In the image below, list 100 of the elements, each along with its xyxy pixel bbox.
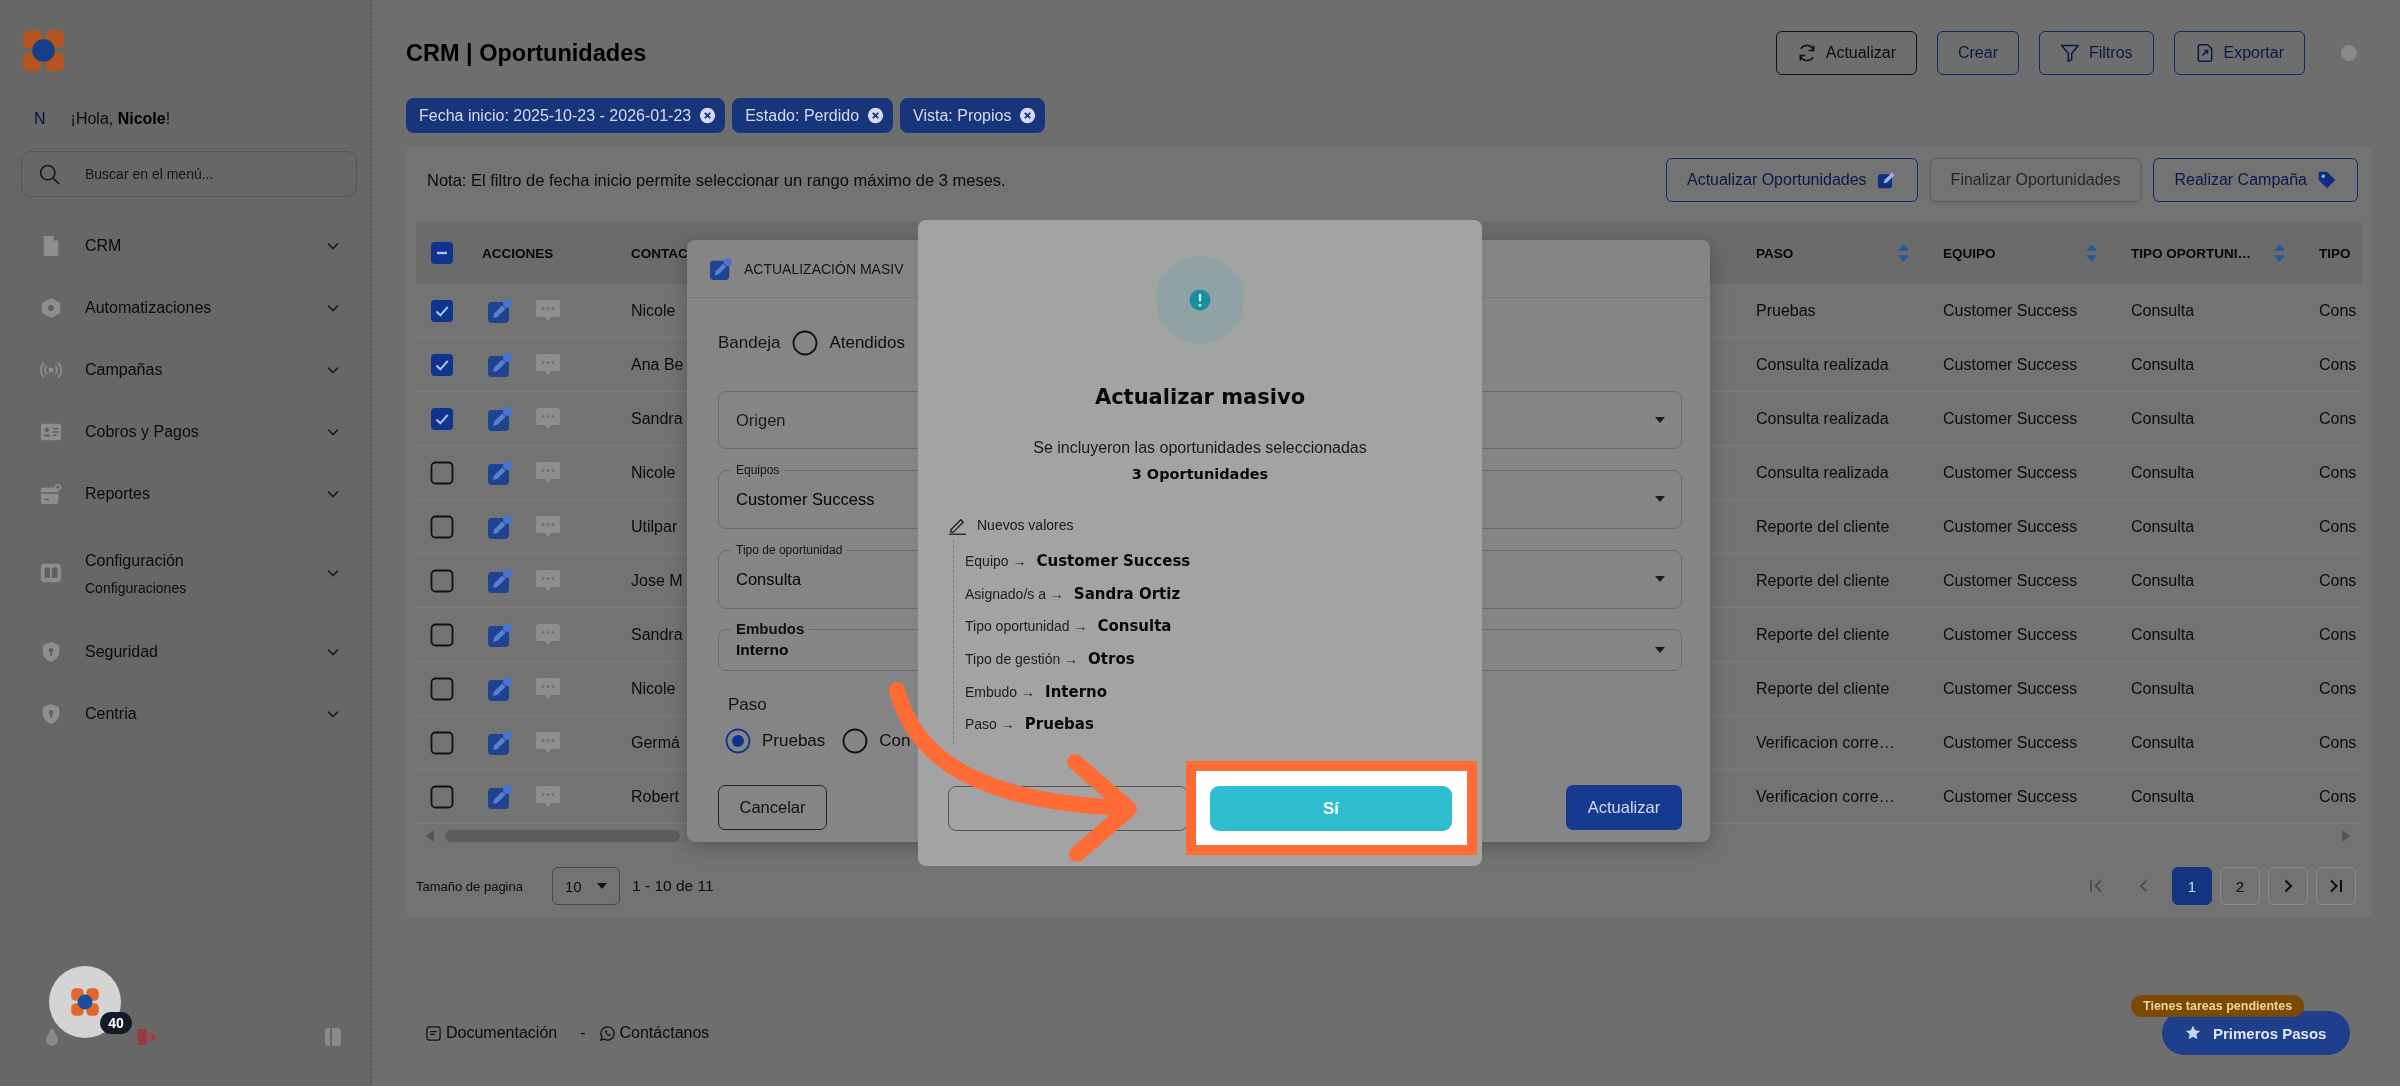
- menu-item[interactable]: Seguridad: [21, 621, 339, 683]
- filter-chip[interactable]: Estado: Perdido: [732, 98, 894, 133]
- change-value: Otros: [1088, 650, 1135, 669]
- menu-item[interactable]: CRM: [21, 215, 339, 277]
- hexagon-icon: [40, 297, 62, 319]
- last-page-button[interactable]: [2316, 867, 2356, 905]
- checkbox[interactable]: [430, 298, 454, 323]
- action-button[interactable]: Actualizar Oportunidades: [1665, 158, 1918, 202]
- scroll-left-icon[interactable]: [425, 829, 435, 843]
- edit-icon: [1876, 170, 1897, 190]
- menu-item[interactable]: Campañas: [21, 339, 339, 401]
- edit-icon[interactable]: [488, 730, 512, 755]
- edit-icon[interactable]: [488, 352, 512, 377]
- comment-icon[interactable]: [535, 784, 561, 809]
- table-cell: Customer Success: [1943, 355, 2078, 373]
- page-button[interactable]: 1: [2172, 867, 2212, 905]
- table-cell: Consulta: [2131, 463, 2195, 481]
- toolbar-button[interactable]: Exportar: [2173, 31, 2305, 75]
- radio-button[interactable]: [792, 330, 819, 356]
- panel-icon[interactable]: [324, 1027, 342, 1047]
- table-cell: Verificacion corre…: [1756, 787, 1895, 805]
- edit-icon[interactable]: [488, 622, 512, 647]
- toolbar-button[interactable]: Crear: [1936, 31, 2019, 75]
- update-button[interactable]: Actualizar: [1566, 785, 1682, 830]
- table-cell: Sandra: [631, 625, 683, 643]
- checkbox[interactable]: [430, 460, 454, 485]
- edit-icon[interactable]: [488, 568, 512, 593]
- checkbox[interactable]: [430, 514, 454, 539]
- checkbox[interactable]: [430, 730, 454, 755]
- column-header: PASO: [1756, 245, 1794, 261]
- close-icon[interactable]: [1019, 107, 1037, 124]
- close-icon[interactable]: [699, 107, 717, 124]
- edit-icon[interactable]: [488, 514, 512, 539]
- footer-link[interactable]: Contáctanos: [599, 1024, 710, 1042]
- comment-icon[interactable]: [535, 460, 561, 485]
- scroll-right-icon[interactable]: [2341, 829, 2351, 843]
- checkbox[interactable]: [430, 622, 454, 647]
- scrollbar-thumb[interactable]: [445, 830, 680, 842]
- comment-icon[interactable]: [535, 298, 561, 323]
- comment-icon[interactable]: [535, 514, 561, 539]
- radio-button[interactable]: [842, 728, 869, 754]
- page-size-select[interactable]: 10: [552, 867, 620, 905]
- checkbox[interactable]: [430, 352, 454, 377]
- user-initial: N: [34, 110, 46, 128]
- table-cell: Customer Success: [1943, 571, 2078, 589]
- comment-icon[interactable]: [535, 352, 561, 377]
- edit-icon[interactable]: [488, 298, 512, 323]
- shield-icon: [40, 703, 62, 725]
- table-cell: Cons: [2319, 301, 2357, 319]
- filter-icon: [2059, 43, 2080, 63]
- menu-item[interactable]: Automatizaciones: [21, 277, 339, 339]
- checkbox[interactable]: [430, 676, 454, 701]
- change-value: Pruebas: [1024, 715, 1094, 734]
- filter-chip[interactable]: Fecha inicio: 2025-10-23 - 2026-01-23: [406, 98, 726, 133]
- comment-icon[interactable]: [535, 676, 561, 701]
- comment-icon[interactable]: [535, 730, 561, 755]
- comment-icon[interactable]: [535, 622, 561, 647]
- broadcast-icon: [40, 359, 62, 381]
- next-page-button[interactable]: [2268, 867, 2308, 905]
- toolbar-button[interactable]: Actualizar: [1775, 31, 1917, 75]
- menu-item[interactable]: Centria: [21, 683, 339, 745]
- checkbox[interactable]: [430, 568, 454, 593]
- caret-down-icon: [1655, 417, 1665, 423]
- table-cell: Consulta: [2131, 517, 2195, 535]
- logout-icon[interactable]: [136, 1027, 156, 1047]
- edit-icon[interactable]: [488, 676, 512, 701]
- edit-icon[interactable]: [488, 406, 512, 431]
- checkbox[interactable]: [430, 784, 454, 809]
- confirm-button[interactable]: Sí: [1210, 786, 1452, 831]
- edit-icon[interactable]: [488, 784, 512, 809]
- comment-icon[interactable]: [535, 406, 561, 431]
- search-field[interactable]: Buscar en el menú...: [21, 151, 357, 197]
- footer-link[interactable]: Documentación: [426, 1024, 558, 1042]
- action-button[interactable]: Realizar Campaña: [2153, 158, 2358, 202]
- drop-icon[interactable]: [44, 1027, 60, 1047]
- menu-item[interactable]: Configuración Configuraciones: [21, 525, 339, 621]
- menu-item[interactable]: Reportes: [21, 463, 339, 525]
- page-size-label: Tamaño de pagina: [416, 878, 523, 894]
- checkbox[interactable]: [430, 241, 454, 265]
- cancel-button[interactable]: Cancelar: [718, 785, 827, 830]
- sort-icon[interactable]: [1897, 242, 1910, 264]
- table-cell: Reporte del cliente: [1756, 625, 1890, 643]
- toolbar-button[interactable]: Filtros: [2038, 31, 2154, 75]
- caret-down-icon: [597, 883, 607, 889]
- menu-item[interactable]: Cobros y Pagos: [21, 401, 339, 463]
- shield-icon: [40, 641, 62, 663]
- close-icon[interactable]: [867, 107, 885, 124]
- table-cell: Jose M: [631, 571, 683, 589]
- filter-chip[interactable]: Vista: Propios: [900, 98, 1046, 133]
- comment-icon[interactable]: [535, 568, 561, 593]
- edit-icon[interactable]: [488, 460, 512, 485]
- sort-icon[interactable]: [2085, 242, 2098, 264]
- page-button[interactable]: 2: [2220, 867, 2260, 905]
- radio-button[interactable]: [725, 728, 751, 754]
- logo-icon[interactable]: [21, 28, 66, 73]
- caret-down-icon: [1655, 647, 1665, 653]
- sort-icon[interactable]: [2273, 242, 2286, 264]
- search-icon: [39, 163, 60, 185]
- table-cell: Cons: [2319, 733, 2357, 751]
- checkbox[interactable]: [430, 406, 454, 431]
